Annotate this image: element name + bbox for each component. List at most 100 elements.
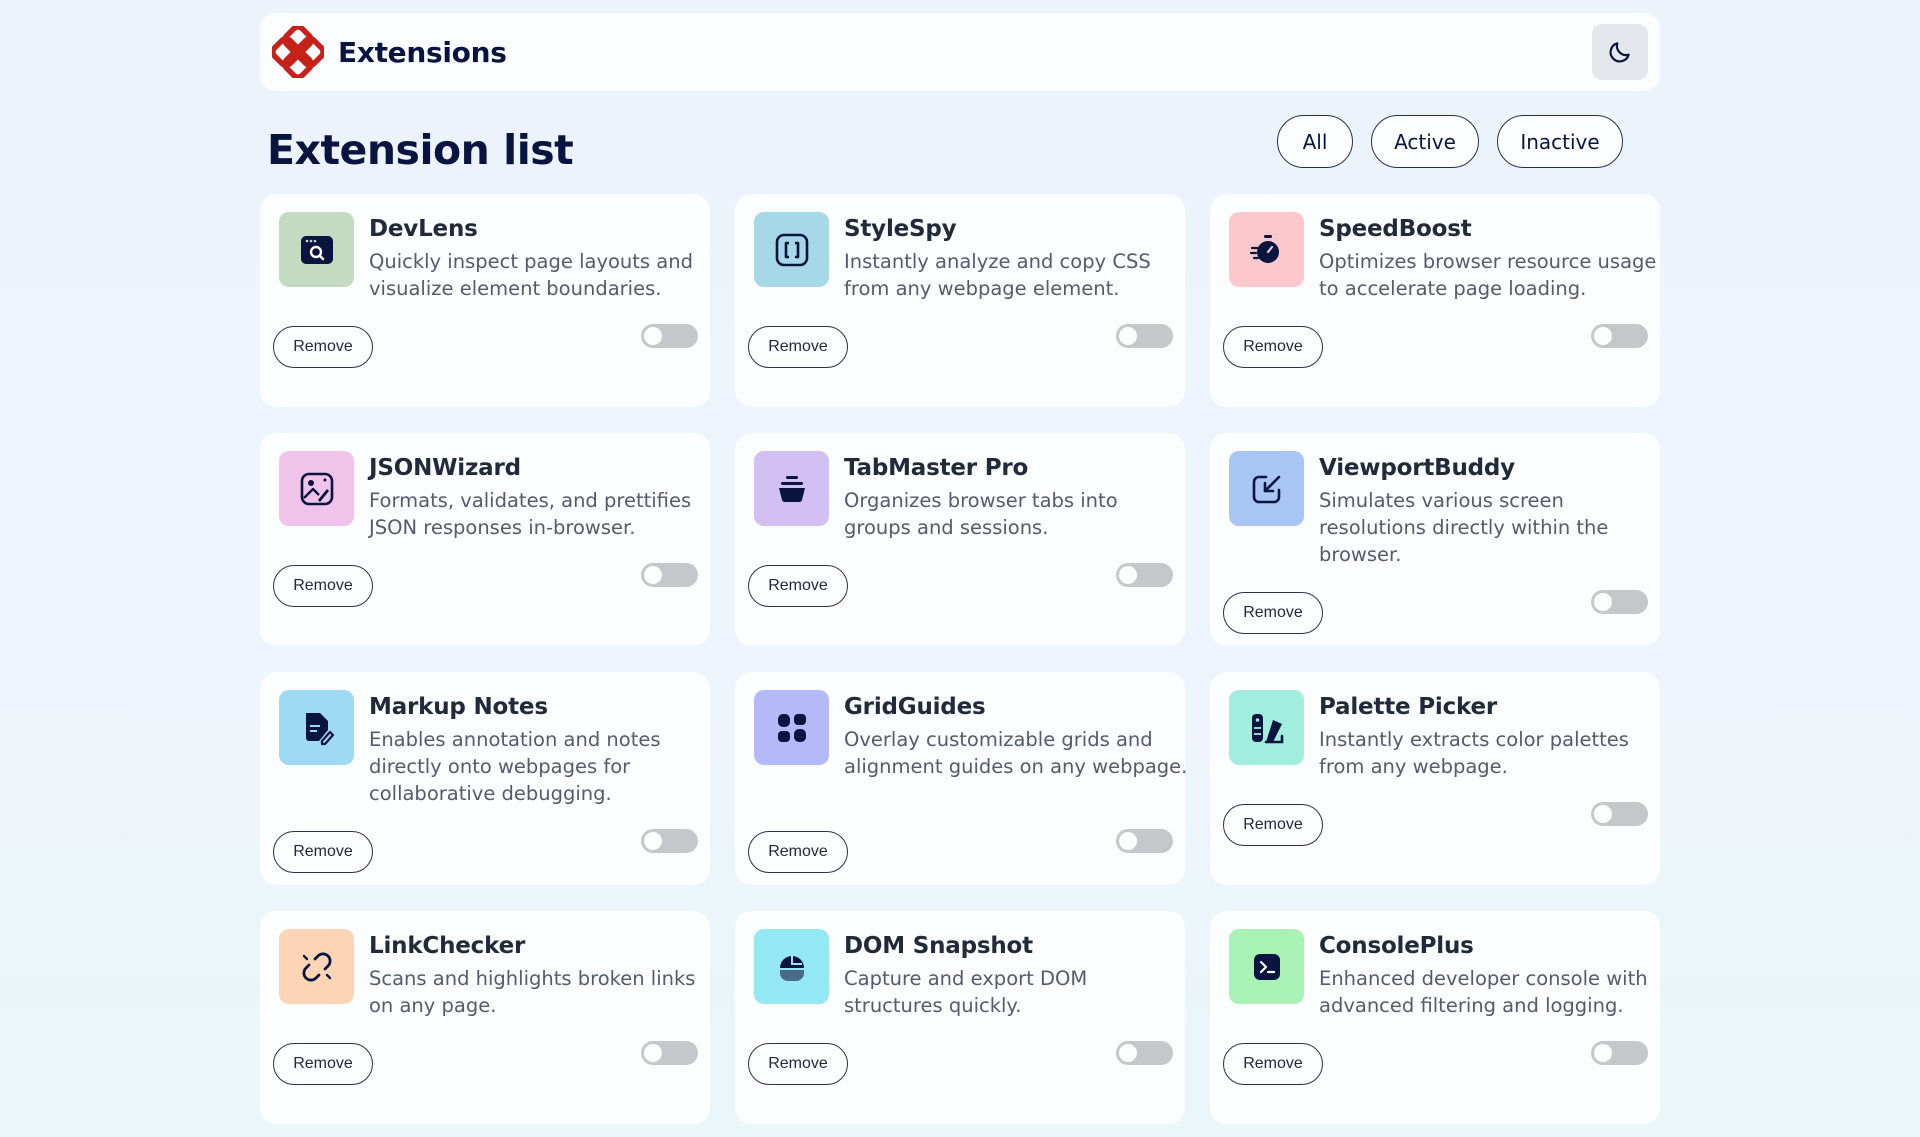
extension-description: Capture and export DOM structures quickl… — [844, 967, 1088, 1017]
remove-button[interactable]: Remove — [748, 1043, 848, 1085]
resize-arrow-icon — [1248, 470, 1286, 508]
extension-description: Enhanced developer console with advanced… — [1319, 967, 1648, 1017]
remove-button[interactable]: Remove — [748, 565, 848, 607]
extension-toggle[interactable] — [1591, 1041, 1648, 1065]
note-pencil-icon — [298, 709, 336, 747]
toggle-knob — [1594, 1044, 1612, 1062]
extension-description: Formats, validates, and prettifies JSON … — [369, 489, 692, 539]
extension-name: DevLens — [369, 216, 478, 242]
app-title: Extensions — [338, 35, 507, 69]
extension-toggle[interactable] — [641, 563, 698, 587]
extension-icon-tile — [279, 212, 354, 287]
remove-button[interactable]: Remove — [748, 831, 848, 873]
extension-name: JSONWizard — [369, 455, 521, 481]
extension-name: DOM Snapshot — [844, 933, 1033, 959]
extension-toggle[interactable] — [641, 324, 698, 348]
toggle-knob — [1594, 805, 1612, 823]
toggle-knob — [1594, 327, 1612, 345]
remove-button[interactable]: Remove — [273, 326, 373, 368]
extension-card-viewportbuddy: ViewportBuddy Simulates various screen r… — [1210, 433, 1660, 646]
extension-card-palette-picker: Palette Picker Instantly extracts color … — [1210, 672, 1660, 885]
remove-button[interactable]: Remove — [1223, 1043, 1323, 1085]
toggle-knob — [1119, 327, 1137, 345]
extension-icon-tile — [279, 690, 354, 765]
extension-icon-tile — [754, 929, 829, 1004]
extension-icon-tile — [754, 690, 829, 765]
brand: Extensions — [272, 26, 507, 78]
extension-card-dom-snapshot: DOM Snapshot Capture and export DOM stru… — [735, 911, 1185, 1124]
extension-name: ConsolePlus — [1319, 933, 1474, 959]
magic-image-icon — [298, 470, 336, 508]
filter-inactive-button[interactable]: Inactive — [1497, 115, 1623, 168]
filter-all-button[interactable]: All — [1277, 115, 1353, 168]
extension-card-linkchecker: LinkChecker Scans and highlights broken … — [260, 911, 710, 1124]
toggle-knob — [644, 832, 662, 850]
extension-card-gridguides: GridGuides Overlay customizable grids an… — [735, 672, 1187, 885]
camera-dome-icon — [773, 948, 811, 986]
extension-toggle[interactable] — [641, 1041, 698, 1065]
toggle-knob — [1119, 1044, 1137, 1062]
extension-toggle[interactable] — [1116, 829, 1173, 853]
extension-icon-tile — [1229, 212, 1304, 287]
extension-card-consoleplus: ConsolePlus Enhanced developer console w… — [1210, 911, 1660, 1124]
extension-toggle[interactable] — [1116, 1041, 1173, 1065]
stopwatch-icon — [1248, 231, 1286, 269]
remove-button[interactable]: Remove — [748, 326, 848, 368]
terminal-icon — [1248, 948, 1286, 986]
extension-description: Instantly analyze and copy CSS from any … — [844, 250, 1151, 300]
moon-icon — [1607, 39, 1633, 65]
extension-name: SpeedBoost — [1319, 216, 1472, 242]
extension-icon-tile — [754, 212, 829, 287]
extension-toggle[interactable] — [1591, 590, 1648, 614]
filter-active-button[interactable]: Active — [1371, 115, 1479, 168]
extension-name: Palette Picker — [1319, 694, 1498, 720]
toggle-knob — [1119, 832, 1137, 850]
extension-card-stylespy: StyleSpy Instantly analyze and copy CSS … — [735, 194, 1185, 407]
extension-description: Quickly inspect page layouts and visuali… — [369, 250, 693, 300]
extension-name: StyleSpy — [844, 216, 957, 242]
remove-button[interactable]: Remove — [1223, 326, 1323, 368]
remove-button[interactable]: Remove — [273, 1043, 373, 1085]
extension-toggle[interactable] — [1591, 324, 1648, 348]
toggle-knob — [1119, 566, 1137, 584]
extension-card-devlens: DevLens Quickly inspect page layouts and… — [260, 194, 710, 407]
browser-search-icon — [298, 231, 336, 269]
extension-icon-tile — [279, 451, 354, 526]
extension-icon-tile — [1229, 929, 1304, 1004]
title-row: Extension list All Active Inactive — [260, 91, 1660, 194]
filter-group: All Active Inactive — [1277, 115, 1623, 168]
extension-toggle[interactable] — [641, 829, 698, 853]
app-container: Extensions Extension list All Active Ina… — [260, 13, 1660, 1124]
extension-name: Markup Notes — [369, 694, 548, 720]
extension-description: Instantly extracts color palettes from a… — [1319, 728, 1629, 778]
extension-description: Overlay customizable grids and alignment… — [844, 728, 1188, 778]
remove-button[interactable]: Remove — [273, 831, 373, 873]
extension-card-tabmaster-pro: TabMaster Pro Organizes browser tabs int… — [735, 433, 1185, 646]
extension-card-markup-notes: Markup Notes Enables annotation and note… — [260, 672, 710, 885]
basket-icon — [773, 470, 811, 508]
remove-button[interactable]: Remove — [1223, 592, 1323, 634]
palette-icon — [1248, 709, 1286, 747]
extension-description: Scans and highlights broken links on any… — [369, 967, 696, 1017]
broken-link-icon — [298, 948, 336, 986]
toggle-knob — [644, 566, 662, 584]
extension-description: Optimizes browser resource usage to acce… — [1319, 250, 1657, 300]
remove-button[interactable]: Remove — [273, 565, 373, 607]
brackets-icon — [773, 231, 811, 269]
toggle-knob — [644, 1044, 662, 1062]
extension-card-speedboost: SpeedBoost Optimizes browser resource us… — [1210, 194, 1660, 407]
remove-button[interactable]: Remove — [1223, 804, 1323, 846]
top-header: Extensions — [260, 13, 1660, 91]
toggle-knob — [1594, 593, 1612, 611]
extension-icon-tile — [1229, 451, 1304, 526]
extension-description: Organizes browser tabs into groups and s… — [844, 489, 1118, 539]
extension-grid: DevLens Quickly inspect page layouts and… — [260, 194, 1660, 1124]
extension-card-jsonwizard: JSONWizard Formats, validates, and prett… — [260, 433, 710, 646]
extension-toggle[interactable] — [1116, 324, 1173, 348]
theme-toggle-button[interactable] — [1592, 24, 1648, 80]
flower-logo-icon — [272, 26, 324, 78]
extension-name: GridGuides — [844, 694, 986, 720]
extension-toggle[interactable] — [1591, 802, 1648, 826]
toggle-knob — [644, 327, 662, 345]
extension-toggle[interactable] — [1116, 563, 1173, 587]
